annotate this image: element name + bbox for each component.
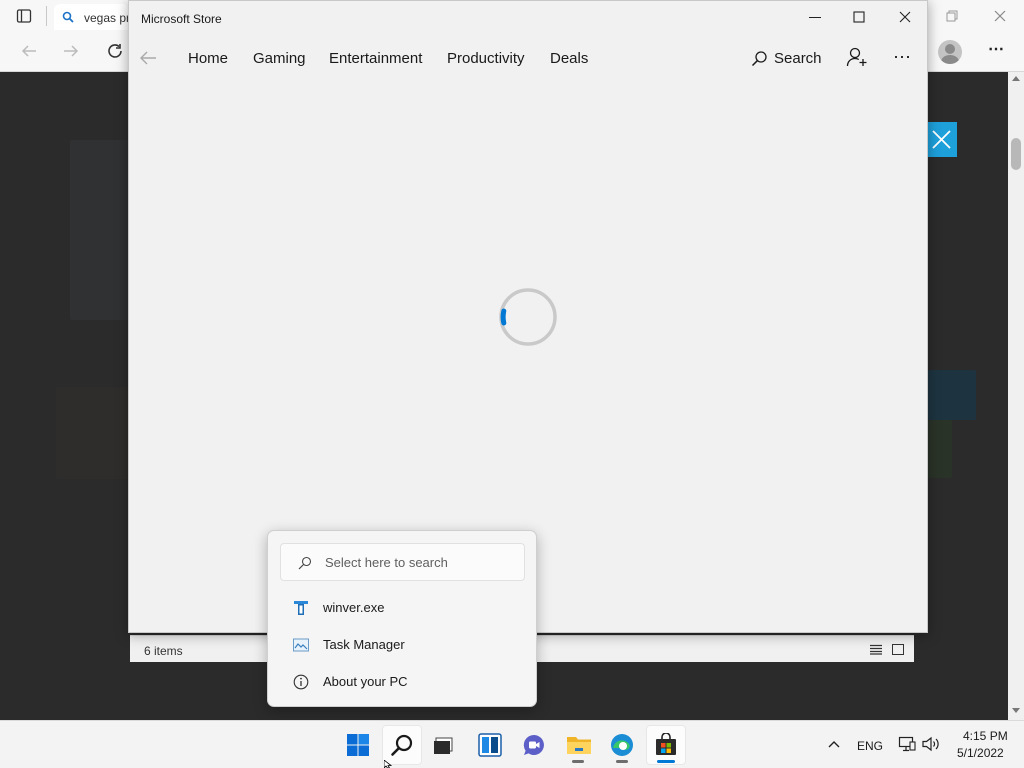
close-icon bbox=[932, 130, 951, 149]
add-account-icon[interactable] bbox=[846, 46, 868, 68]
browser-tab-title: vegas pro bbox=[84, 11, 128, 25]
page-scrollbar[interactable] bbox=[1008, 72, 1024, 720]
browser-tab[interactable]: vegas pro bbox=[54, 4, 128, 30]
active-indicator bbox=[657, 760, 675, 763]
browser-refresh-icon[interactable] bbox=[106, 42, 124, 60]
list-item-label: Task Manager bbox=[323, 637, 405, 652]
file-explorer-button[interactable] bbox=[558, 725, 598, 765]
nav-deals[interactable]: Deals bbox=[550, 50, 588, 67]
folder-icon bbox=[567, 737, 591, 754]
details-view-icon[interactable] bbox=[870, 644, 882, 655]
task-view-button[interactable] bbox=[424, 725, 464, 765]
background-panel bbox=[56, 387, 136, 479]
nav-home[interactable]: Home bbox=[188, 50, 228, 67]
minimize-icon[interactable] bbox=[807, 9, 823, 25]
list-item-winver[interactable]: winver.exe bbox=[280, 593, 525, 623]
widgets-icon bbox=[478, 733, 502, 757]
edge-icon bbox=[611, 734, 633, 756]
background-panel bbox=[70, 140, 130, 320]
tiles-view-icon[interactable] bbox=[892, 644, 904, 655]
search-taskbar-button[interactable] bbox=[382, 725, 422, 765]
close-icon[interactable] bbox=[897, 9, 913, 25]
widgets-button[interactable] bbox=[470, 725, 510, 765]
nav-productivity[interactable]: Productivity bbox=[447, 50, 525, 67]
clock-date[interactable]: 5/1/2022 bbox=[957, 746, 1004, 760]
network-icon[interactable] bbox=[898, 736, 916, 752]
browser-forward-icon[interactable] bbox=[62, 42, 80, 60]
start-button[interactable] bbox=[338, 725, 378, 765]
item-count: 6 items bbox=[144, 644, 183, 658]
taskbar: ENG 4:15 PM 5/1/2022 bbox=[0, 720, 1024, 768]
scroll-up-arrow[interactable] bbox=[1012, 76, 1020, 81]
tab-separator bbox=[46, 6, 47, 26]
chevron-up-icon[interactable] bbox=[828, 739, 840, 749]
task-manager-icon bbox=[293, 638, 309, 652]
loading-spinner bbox=[499, 288, 557, 346]
search-icon bbox=[62, 11, 74, 23]
chat-icon bbox=[523, 734, 544, 755]
search-icon[interactable] bbox=[751, 50, 768, 67]
microsoft-store-icon bbox=[656, 733, 676, 755]
running-indicator bbox=[616, 760, 628, 763]
scroll-down-arrow[interactable] bbox=[1012, 708, 1020, 713]
browser-restore-icon[interactable] bbox=[946, 10, 958, 22]
list-item-about-pc[interactable]: About your PC bbox=[280, 667, 525, 697]
back-arrow-icon[interactable] bbox=[139, 50, 157, 66]
search-button[interactable]: Search bbox=[774, 50, 822, 67]
nav-gaming[interactable]: Gaming bbox=[253, 50, 306, 67]
clock-time[interactable]: 4:15 PM bbox=[963, 729, 1008, 743]
profile-avatar[interactable] bbox=[938, 40, 962, 64]
background-panel bbox=[928, 420, 952, 478]
overlay-close-button[interactable] bbox=[926, 122, 957, 157]
chat-button[interactable] bbox=[514, 725, 554, 765]
list-item-label: winver.exe bbox=[323, 600, 385, 615]
windows-logo-icon bbox=[347, 734, 369, 756]
more-options-icon[interactable]: ⋯ bbox=[893, 47, 912, 68]
list-item-label: About your PC bbox=[323, 674, 408, 689]
window-title: Microsoft Store bbox=[141, 12, 222, 26]
search-box[interactable] bbox=[280, 543, 525, 581]
browser-more-icon[interactable]: ⋯ bbox=[986, 40, 1006, 60]
microsoft-store-taskbar-button[interactable] bbox=[646, 725, 686, 765]
volume-icon[interactable] bbox=[922, 736, 940, 752]
winver-icon bbox=[294, 601, 308, 615]
search-input[interactable] bbox=[281, 544, 524, 580]
browser-close-icon[interactable] bbox=[994, 10, 1006, 22]
edge-button[interactable] bbox=[602, 725, 642, 765]
browser-back-icon[interactable] bbox=[20, 42, 38, 60]
running-indicator bbox=[572, 760, 584, 763]
start-search-flyout: winver.exe Task Manager About your PC bbox=[267, 530, 537, 707]
scroll-thumb[interactable] bbox=[1011, 138, 1021, 170]
mouse-cursor bbox=[384, 760, 392, 768]
tab-actions-icon[interactable] bbox=[16, 8, 32, 24]
list-item-task-manager[interactable]: Task Manager bbox=[280, 630, 525, 660]
search-icon bbox=[391, 734, 413, 756]
language-indicator[interactable]: ENG bbox=[857, 739, 883, 753]
info-icon bbox=[293, 674, 309, 690]
background-panel bbox=[928, 370, 976, 420]
maximize-icon[interactable] bbox=[851, 9, 867, 25]
task-view-icon bbox=[434, 737, 453, 754]
nav-entertainment[interactable]: Entertainment bbox=[329, 50, 422, 67]
